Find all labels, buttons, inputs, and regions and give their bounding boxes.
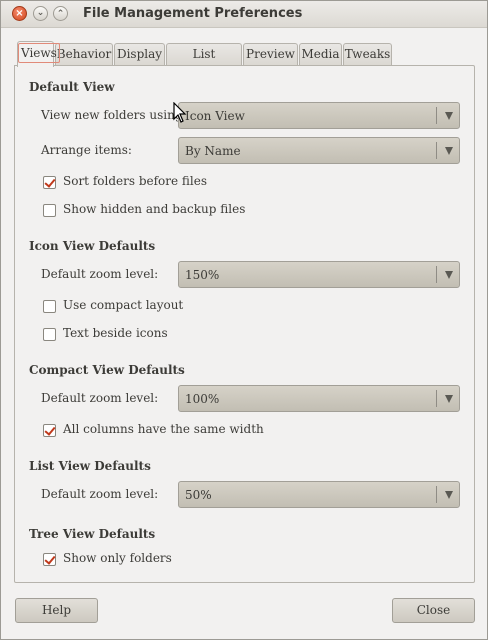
help-button[interactable]: Help: [15, 598, 98, 623]
chevron-down-icon: [445, 112, 453, 120]
icon-view-heading: Icon View Defaults: [29, 239, 156, 253]
tab-display[interactable]: Display: [114, 43, 165, 66]
close-window-icon[interactable]: ×: [12, 6, 27, 21]
combo-separator: [436, 142, 437, 159]
tree-view-heading: Tree View Defaults: [29, 527, 156, 541]
tab-views[interactable]: Views: [17, 41, 60, 67]
text-beside-icons-label[interactable]: Text beside icons: [63, 326, 168, 340]
default-view-heading: Default View: [29, 80, 115, 94]
new-folders-view-value: Icon View: [185, 109, 245, 123]
compact-zoom-select[interactable]: 100%: [178, 385, 460, 412]
icon-zoom-label: Default zoom level:: [41, 267, 159, 281]
compact-layout-checkbox[interactable]: [43, 300, 56, 313]
sort-folders-label[interactable]: Sort folders before files: [63, 174, 207, 188]
chevron-down-icon: [445, 271, 453, 279]
list-zoom-label: Default zoom level:: [41, 487, 159, 501]
sort-folders-checkbox[interactable]: [43, 176, 56, 189]
combo-separator: [436, 107, 437, 124]
tab-media[interactable]: Media: [299, 43, 342, 66]
compact-zoom-value: 100%: [185, 392, 220, 406]
compact-layout-label[interactable]: Use compact layout: [63, 298, 183, 312]
tab-views-label: Views: [18, 43, 60, 63]
preferences-window: × ⌄ ⌃ File Management Preferences Views …: [0, 0, 488, 640]
chevron-down-icon: [445, 395, 453, 403]
show-hidden-checkbox[interactable]: [43, 204, 56, 217]
arrange-items-label: Arrange items:: [41, 143, 132, 157]
same-width-label[interactable]: All columns have the same width: [63, 422, 264, 436]
new-folders-label: View new folders using:: [41, 108, 187, 122]
tab-list-columns[interactable]: List Columns: [166, 43, 242, 82]
compact-zoom-label: Default zoom level:: [41, 391, 159, 405]
only-folders-checkbox[interactable]: [43, 553, 56, 566]
arrange-items-select[interactable]: By Name: [178, 137, 460, 164]
window-title: File Management Preferences: [83, 6, 303, 21]
list-zoom-select[interactable]: 50%: [178, 481, 460, 508]
show-hidden-label[interactable]: Show hidden and backup files: [63, 202, 245, 216]
maximize-window-icon[interactable]: ⌃: [53, 6, 68, 21]
new-folders-view-select[interactable]: Icon View: [178, 102, 460, 129]
chevron-down-icon: [445, 491, 453, 499]
mouse-pointer-icon: [173, 102, 187, 123]
title-bar[interactable]: × ⌄ ⌃ File Management Preferences: [1, 1, 487, 28]
tab-behavior[interactable]: Behavior: [55, 43, 113, 66]
compact-view-heading: Compact View Defaults: [29, 363, 185, 377]
icon-zoom-value: 150%: [185, 268, 220, 282]
chevron-down-icon: [445, 147, 453, 155]
text-beside-icons-checkbox[interactable]: [43, 328, 56, 341]
minimize-window-icon[interactable]: ⌄: [33, 6, 48, 21]
same-width-checkbox[interactable]: [43, 424, 56, 437]
combo-separator: [436, 486, 437, 503]
list-view-heading: List View Defaults: [29, 459, 151, 473]
close-button[interactable]: Close: [392, 598, 475, 623]
tab-tweaks[interactable]: Tweaks: [343, 43, 392, 66]
combo-separator: [436, 266, 437, 283]
list-zoom-value: 50%: [185, 488, 212, 502]
combo-separator: [436, 390, 437, 407]
only-folders-label[interactable]: Show only folders: [63, 551, 172, 565]
icon-zoom-select[interactable]: 150%: [178, 261, 460, 288]
arrange-items-value: By Name: [185, 144, 241, 158]
tab-preview[interactable]: Preview: [243, 43, 298, 66]
